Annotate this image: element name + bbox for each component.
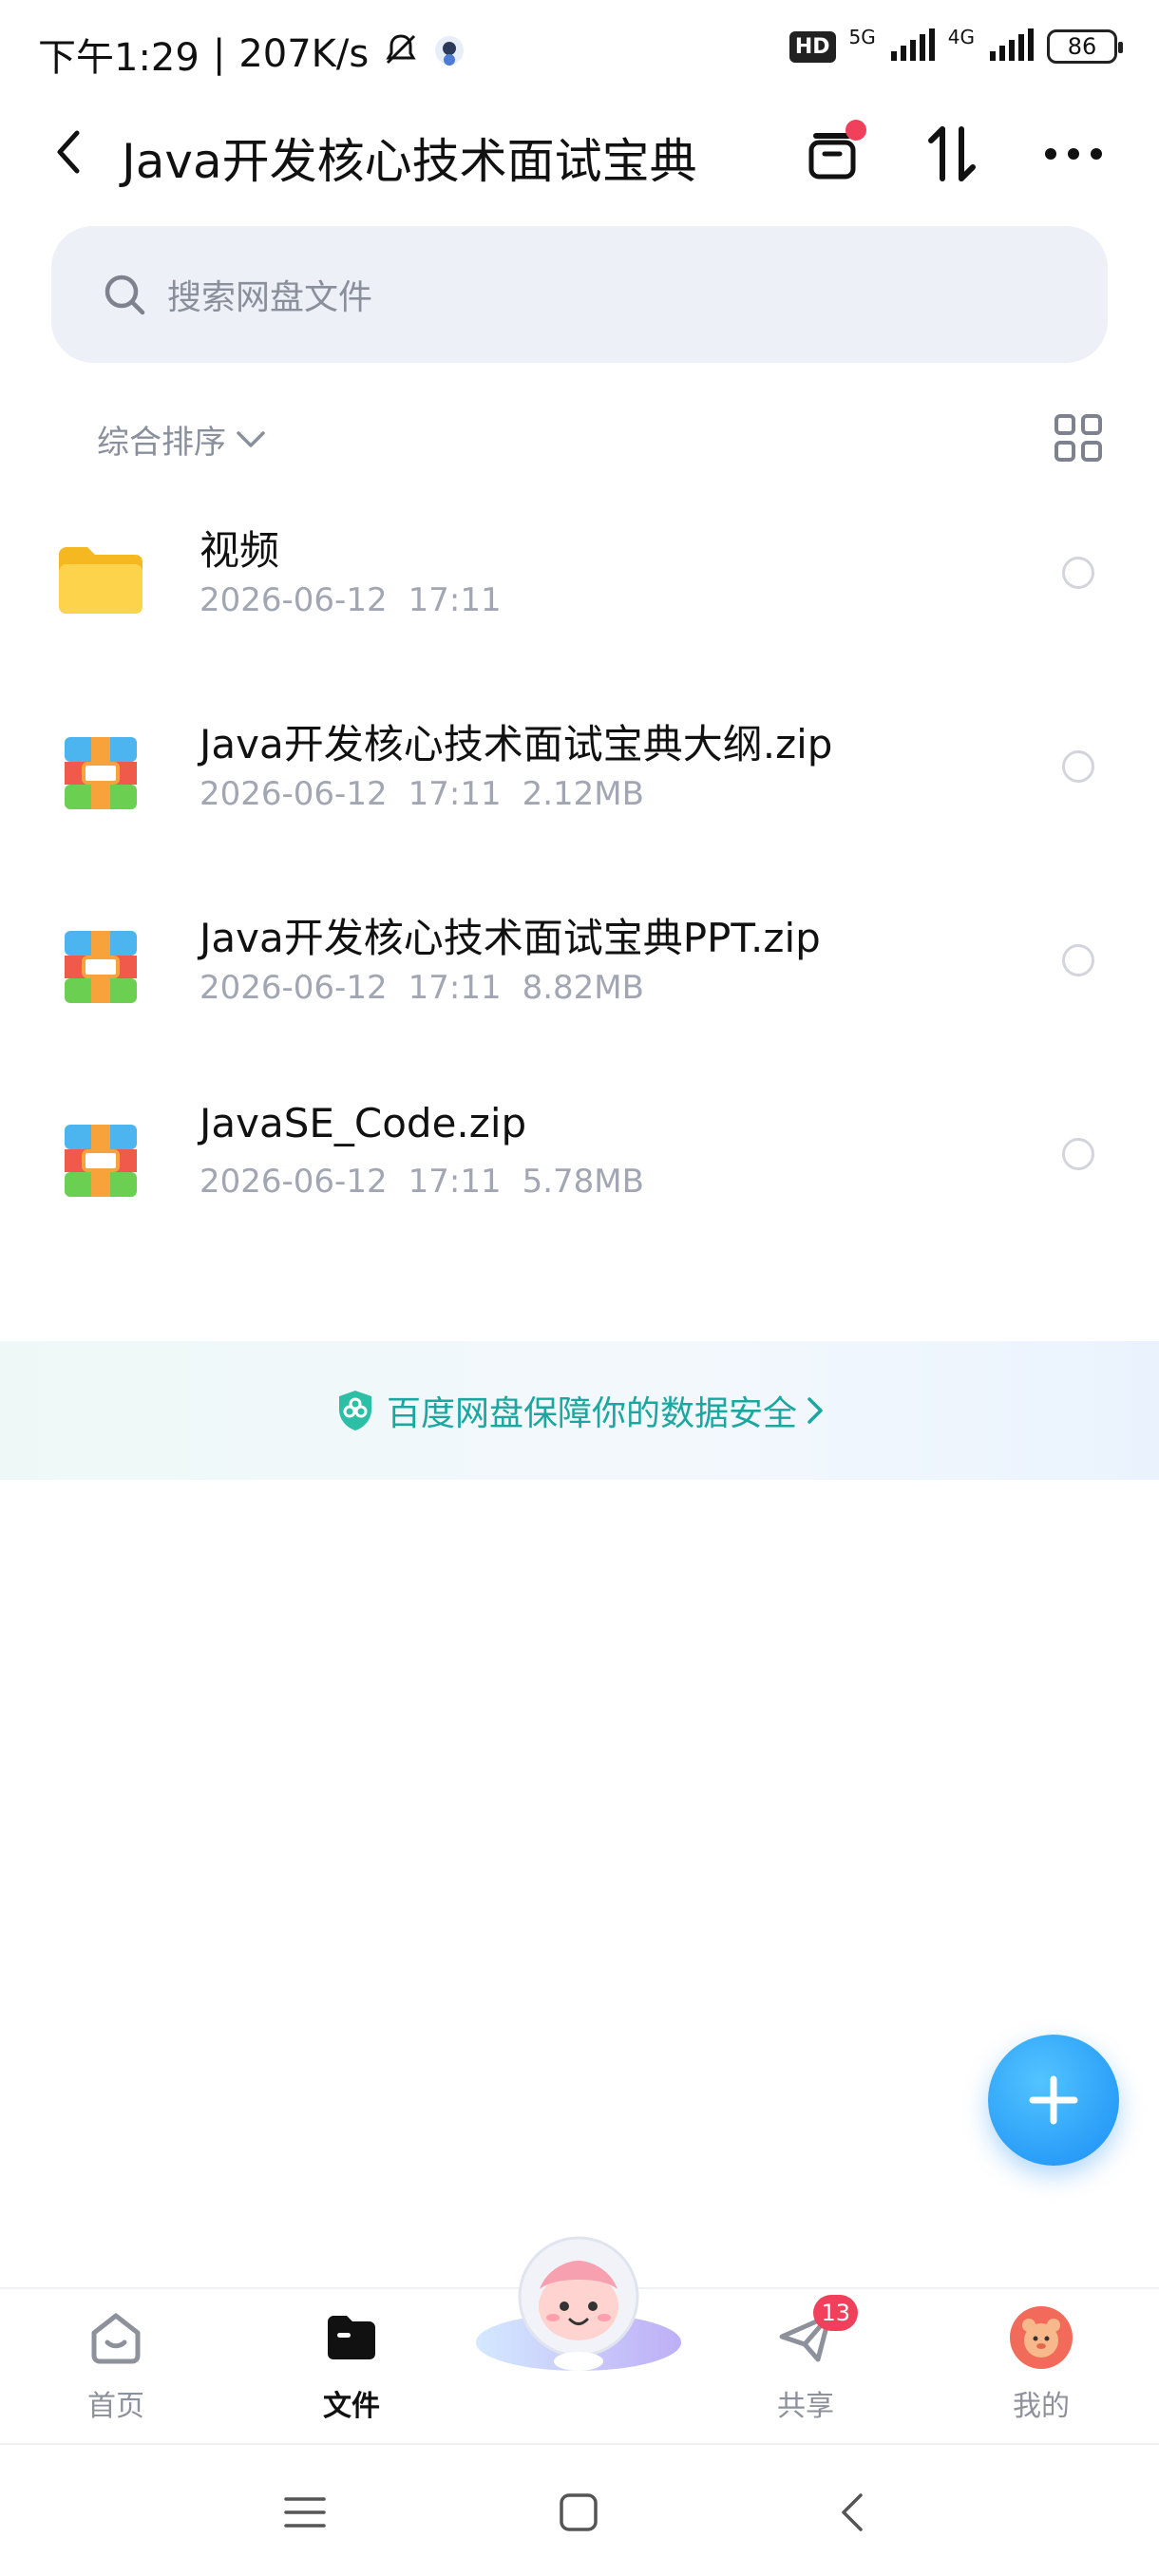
nav-label-share: 共享 <box>777 2390 834 2423</box>
grid-view-icon <box>1054 414 1102 462</box>
file-time: 17:11 <box>408 581 502 619</box>
file-time: 17:11 <box>408 1163 502 1201</box>
plus-icon <box>1029 2075 1078 2125</box>
zip-archive-icon <box>55 921 146 1013</box>
file-meta: 2026-06-12 17:11 8.82MB <box>200 969 665 1007</box>
avatar <box>1008 2304 1074 2371</box>
battery-icon: 86 <box>1047 29 1123 64</box>
nav-label-home: 首页 <box>87 2390 144 2423</box>
app-notification-icon <box>433 32 466 76</box>
net-5g-label: 5G <box>848 26 876 48</box>
sort-dropdown[interactable]: 综合排序 <box>97 416 266 463</box>
home-icon <box>83 2304 149 2371</box>
file-date: 2026-06-12 <box>200 969 388 1007</box>
more-options-button[interactable] <box>1037 118 1110 190</box>
file-date: 2026-06-12 <box>200 581 388 619</box>
file-size: 5.78MB <box>522 1163 644 1201</box>
assistant-mascot-button[interactable] <box>473 2230 684 2373</box>
file-row-code-zip[interactable]: JavaSE_Code.zip 2026-06-12 17:11 5.78MB <box>0 1075 1159 1269</box>
file-meta: 2026-06-12 17:11 5.78MB <box>200 1163 665 1201</box>
select-radio[interactable] <box>1062 1138 1094 1170</box>
nav-item-share[interactable]: 13 共享 <box>730 2295 882 2437</box>
file-time: 17:11 <box>408 775 502 813</box>
zip-archive-icon <box>55 728 146 819</box>
file-name: JavaSE_Code.zip <box>200 1100 527 1146</box>
file-time: 17:11 <box>408 969 502 1007</box>
nav-label-me: 我的 <box>1013 2390 1070 2423</box>
status-divider: | <box>212 32 226 76</box>
net-4g-label: 4G <box>947 26 975 48</box>
transfer-list-button[interactable] <box>796 118 868 190</box>
search-icon <box>104 275 145 315</box>
file-row-ppt-zip[interactable]: Java开发核心技术面试宝典PPT.zip 2026-06-12 17:11 8.8… <box>0 881 1159 1075</box>
file-name: Java开发核心技术面试宝典PPT.zip <box>200 915 821 961</box>
zip-archive-icon <box>55 1115 146 1206</box>
back-system-button[interactable] <box>819 2479 885 2546</box>
system-nav-bar <box>0 2443 1159 2576</box>
status-time: 下午1:29 <box>38 36 200 80</box>
signal-5g-icon <box>889 28 935 65</box>
more-dots-icon <box>1045 148 1102 160</box>
header-bar: Java开发核心技术面试宝典 <box>0 104 1159 199</box>
security-banner[interactable]: 百度网盘保障你的数据安全 <box>0 1341 1159 1480</box>
chevron-right-icon <box>808 1397 823 1424</box>
search-placeholder: 搜索网盘文件 <box>167 278 373 317</box>
signal-4g-icon <box>988 28 1034 65</box>
select-radio[interactable] <box>1062 557 1094 589</box>
file-row-outline-zip[interactable]: Java开发核心技术面试宝典大纲.zip 2026-06-12 17:11 2.12… <box>0 688 1159 881</box>
home-system-button[interactable] <box>545 2479 612 2546</box>
back-button[interactable] <box>46 127 91 177</box>
file-row-video-folder[interactable]: 视频 2026-06-12 17:11 <box>0 494 1159 688</box>
square-icon <box>560 2493 598 2531</box>
mascot-icon <box>476 2236 681 2371</box>
shield-icon <box>338 1391 371 1430</box>
network-speed: 207K/s <box>238 32 370 76</box>
grid-view-button[interactable] <box>1053 412 1104 464</box>
banner-text: 百度网盘保障你的数据安全 <box>386 1394 797 1433</box>
folder-icon <box>55 534 146 625</box>
page-title: Java开发核心技术面试宝典 <box>122 134 697 189</box>
select-radio[interactable] <box>1062 750 1094 783</box>
triangle-back-icon <box>842 2493 863 2531</box>
sort-row: 综合排序 <box>0 399 1159 475</box>
chevron-down-icon <box>237 430 265 447</box>
notification-dot <box>846 120 866 141</box>
mute-bell-icon <box>382 30 420 78</box>
sort-arrows-icon <box>928 126 976 181</box>
nav-item-home[interactable]: 首页 <box>40 2304 192 2437</box>
hd-badge: HD <box>788 30 836 63</box>
nav-label-files: 文件 <box>323 2390 380 2423</box>
share-badge: 13 <box>813 2295 858 2331</box>
screen: 下午1:29 | 207K/s HD 5G 4G 86 Java开发核心技术面试… <box>0 0 1159 2576</box>
file-list: 视频 2026-06-12 17:11 Java开发核心技术面试宝典大纲.zip … <box>0 494 1159 1269</box>
file-name: 视频 <box>200 527 280 574</box>
search-input[interactable]: 搜索网盘文件 <box>51 226 1108 363</box>
nav-item-me[interactable]: 我的 <box>965 2304 1117 2437</box>
file-date: 2026-06-12 <box>200 1163 388 1201</box>
nav-item-files[interactable]: 文件 <box>276 2304 428 2437</box>
folder-filled-icon <box>318 2304 385 2371</box>
paper-plane-icon: 13 <box>772 2295 858 2371</box>
file-date: 2026-06-12 <box>200 775 388 813</box>
file-meta: 2026-06-12 17:11 <box>200 581 522 619</box>
file-size: 8.82MB <box>522 969 644 1007</box>
select-radio[interactable] <box>1062 944 1094 976</box>
status-left: 下午1:29 | 207K/s <box>38 27 466 82</box>
sort-toggle-button[interactable] <box>916 118 988 190</box>
sort-label: 综合排序 <box>97 424 226 462</box>
chevron-left-icon <box>57 130 80 174</box>
menu-icon <box>284 2497 326 2528</box>
file-size: 2.12MB <box>522 775 644 813</box>
add-button[interactable] <box>988 2035 1119 2166</box>
menu-button[interactable] <box>272 2479 338 2546</box>
status-bar: 下午1:29 | 207K/s HD 5G 4G 86 <box>0 0 1159 104</box>
file-meta: 2026-06-12 17:11 2.12MB <box>200 775 665 813</box>
file-name: Java开发核心技术面试宝典大纲.zip <box>200 721 833 767</box>
status-right: HD 5G 4G 86 <box>788 26 1123 65</box>
